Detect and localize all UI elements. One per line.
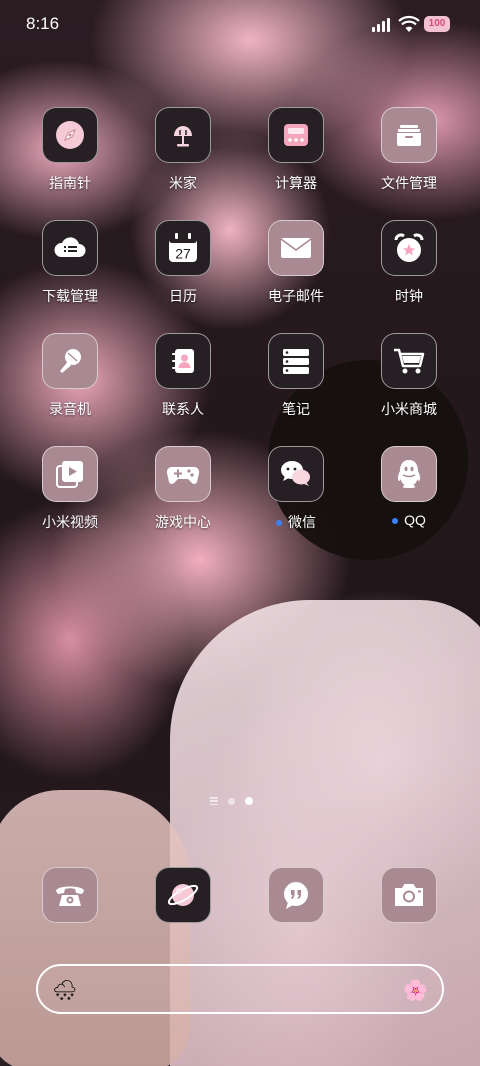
dock-browser[interactable] [133, 867, 233, 923]
notification-dot [392, 518, 399, 525]
calendar-date: 27 [175, 246, 191, 262]
app-label: 日历 [169, 288, 197, 304]
app-label: 联系人 [162, 401, 204, 417]
app-label-text: 微信 [288, 514, 316, 530]
status-bar: 8:16 100 [0, 0, 480, 50]
app-mi-store[interactable]: 小米商城 [359, 333, 459, 419]
app-label: 电子邮件 [268, 288, 324, 304]
app-label: 小米视频 [42, 514, 98, 530]
dock-messages[interactable] [246, 867, 346, 923]
microphone-icon [42, 333, 98, 389]
app-notes[interactable]: 笔记 [246, 333, 346, 419]
flower-icon[interactable]: 🌸 [403, 978, 428, 1003]
folder-stack-icon [381, 107, 437, 163]
app-label: 笔记 [282, 401, 310, 417]
app-email[interactable]: 电子邮件 [246, 220, 346, 306]
app-label: 计算器 [275, 175, 317, 191]
app-calculator[interactable]: 计算器 [246, 107, 346, 193]
app-mijia[interactable]: 米家 [133, 107, 233, 193]
app-label: 微信 [246, 512, 346, 532]
shopping-cart-icon [381, 333, 437, 389]
app-file-manager[interactable]: 文件管理 [359, 107, 459, 193]
notes-list-icon [268, 333, 324, 389]
dock-phone[interactable] [20, 867, 120, 923]
wechat-icon [268, 446, 324, 502]
telephone-icon [42, 867, 98, 923]
message-bubble-icon [268, 867, 324, 923]
search-bar[interactable]: 🌨 🌸 [36, 964, 444, 1014]
page-indicator[interactable] [210, 797, 253, 805]
planet-browser-icon [155, 867, 211, 923]
battery-indicator: 100 [424, 16, 450, 32]
app-wechat[interactable]: 微信 [246, 446, 346, 532]
app-label-text: QQ [404, 512, 426, 528]
app-label: 小米商城 [381, 401, 437, 417]
envelope-icon [268, 220, 324, 276]
app-label: 米家 [169, 175, 197, 191]
app-label: 文件管理 [381, 175, 437, 191]
page-dot-active [245, 797, 253, 805]
app-label: 游戏中心 [155, 514, 211, 530]
app-recorder[interactable]: 录音机 [20, 333, 120, 419]
compass-icon [42, 107, 98, 163]
app-calendar[interactable]: 27 日历 [133, 220, 233, 306]
cloud-download-icon [42, 220, 98, 276]
app-label: QQ [359, 512, 459, 528]
page-dot [228, 797, 235, 805]
signal-icon [372, 18, 390, 32]
app-download-manager[interactable]: 下载管理 [20, 220, 120, 306]
app-clock[interactable]: 时钟 [359, 220, 459, 306]
app-label: 指南针 [49, 175, 91, 191]
dock-camera[interactable] [359, 867, 459, 923]
notification-dot [276, 520, 282, 527]
app-mi-video[interactable]: 小米视频 [20, 446, 120, 532]
wifi-icon [398, 15, 420, 32]
app-qq[interactable]: QQ [359, 446, 459, 528]
calculator-icon [268, 107, 324, 163]
status-time: 8:16 [26, 14, 60, 33]
alarm-clock-icon [381, 220, 437, 276]
video-play-icon [42, 446, 98, 502]
contacts-book-icon [155, 333, 211, 389]
app-contacts[interactable]: 联系人 [133, 333, 233, 419]
app-game-center[interactable]: 游戏中心 [133, 446, 233, 532]
wallpaper-hand [0, 790, 190, 1066]
app-label: 录音机 [49, 401, 91, 417]
calendar-icon: 27 [155, 220, 211, 276]
qq-penguin-icon [381, 446, 437, 502]
weather-cloud-icon[interactable]: 🌨 [52, 978, 77, 1003]
page-list-icon [210, 797, 218, 805]
app-compass[interactable]: 指南针 [20, 107, 120, 193]
app-label: 时钟 [395, 288, 423, 304]
mijia-lamp-icon [155, 107, 211, 163]
app-label: 下载管理 [42, 288, 98, 304]
camera-icon [381, 867, 437, 923]
gamepad-icon [155, 446, 211, 502]
